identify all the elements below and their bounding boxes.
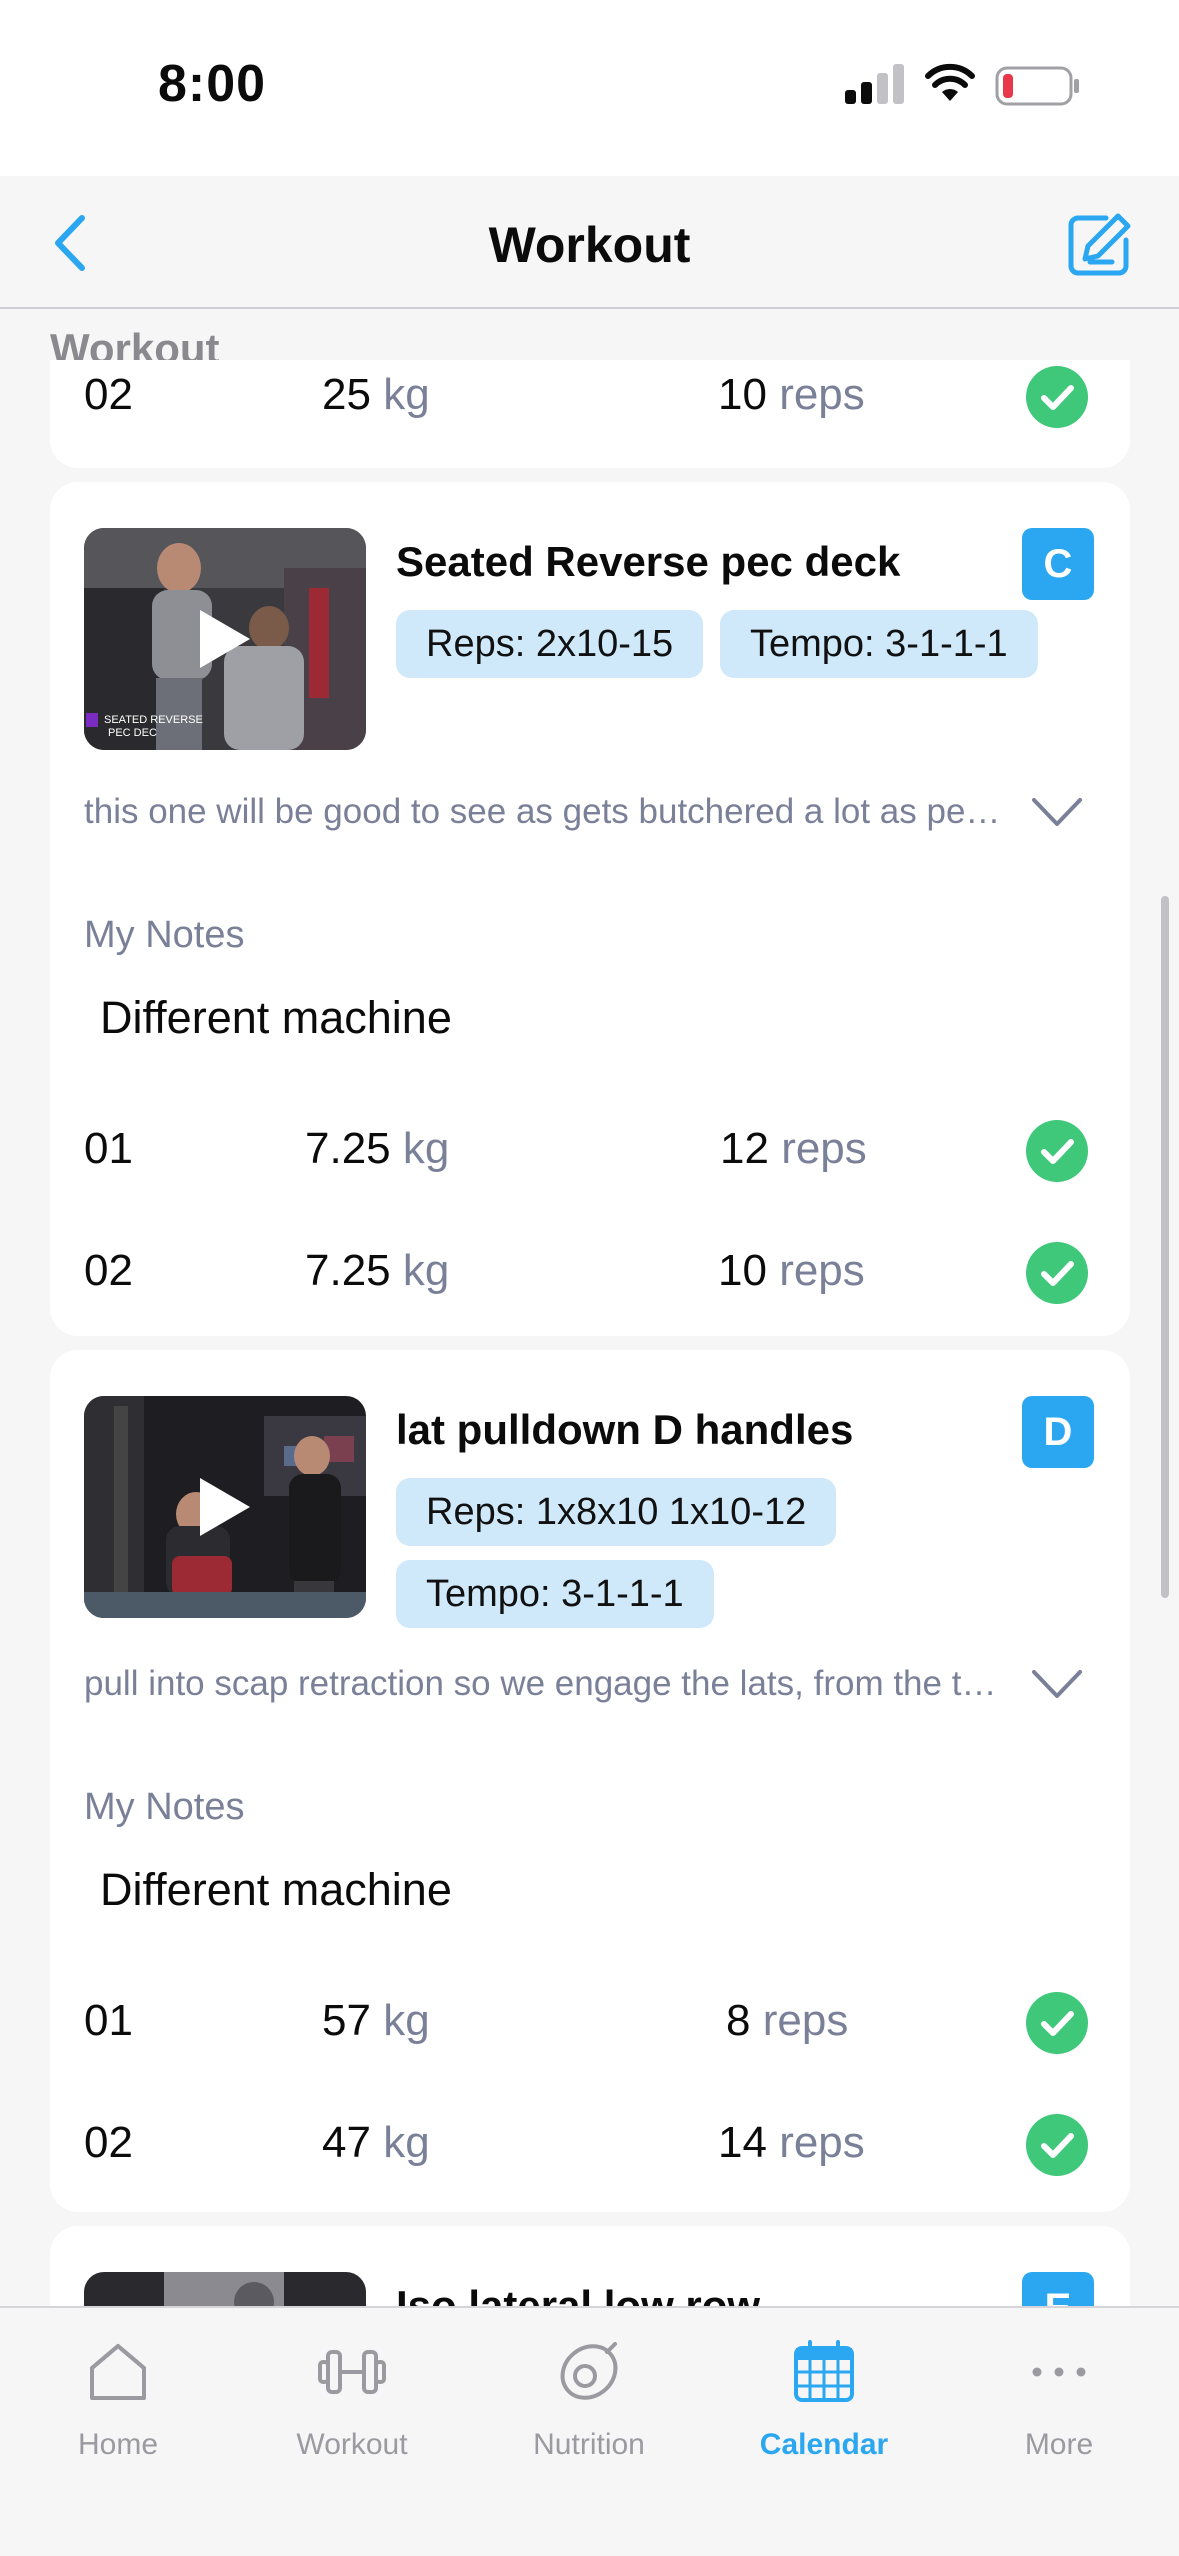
tempo-chip: Tempo: 3-1-1-1	[720, 610, 1038, 678]
exercise-title: lat pulldown D handles	[396, 1406, 854, 1453]
tab-more[interactable]: More	[959, 2334, 1159, 2474]
superset-badge: D	[1022, 1396, 1094, 1468]
play-icon	[200, 1478, 250, 1536]
set-row: 02 47 kg 14 reps	[50, 2100, 1130, 2190]
reps-chip: Reps: 2x10-15	[396, 610, 704, 678]
nav-header: Workout	[0, 176, 1179, 309]
notes-text[interactable]: Different machine	[100, 992, 452, 1044]
tab-calendar[interactable]: Calendar	[724, 2334, 924, 2474]
calendar-icon	[794, 2340, 854, 2402]
thumbnail-caption: SEATED REVERSE	[104, 714, 203, 726]
exercise-card: 02 25 kg 10 reps	[50, 360, 1130, 468]
set-number: 02	[84, 370, 133, 419]
check-icon[interactable]	[1026, 366, 1088, 428]
signal-icon	[845, 64, 904, 104]
check-icon[interactable]	[1026, 1120, 1088, 1182]
play-icon	[200, 610, 250, 668]
set-weight[interactable]: 25 kg	[322, 370, 430, 420]
check-icon[interactable]	[1026, 1992, 1088, 2054]
check-icon[interactable]	[1026, 2114, 1088, 2176]
battery-icon	[995, 66, 1079, 106]
tab-nutrition[interactable]: Nutrition	[489, 2334, 689, 2474]
tab-label: Home	[77, 2428, 159, 2461]
wifi-icon	[925, 63, 975, 101]
set-number: 02	[84, 2118, 133, 2167]
tab-label: Workout	[296, 2428, 408, 2461]
edit-icon[interactable]	[1066, 212, 1132, 278]
check-icon[interactable]	[1026, 1242, 1088, 1304]
tempo-chip: Tempo: 3-1-1-1	[396, 1560, 714, 1628]
set-row: 01 7.25 kg 12 reps	[50, 1106, 1130, 1196]
notes-text[interactable]: Different machine	[100, 1864, 452, 1916]
avocado-icon	[560, 2342, 618, 2400]
set-reps[interactable]: 10 reps	[718, 1246, 865, 1296]
set-row: 01 57 kg 8 reps	[50, 1978, 1130, 2068]
status-time: 8:00	[158, 55, 267, 113]
dumbbell-icon	[318, 2350, 386, 2394]
home-icon	[90, 2344, 146, 2400]
set-row: 02 25 kg 10 reps	[50, 360, 1130, 450]
more-icon	[1032, 2367, 1086, 2377]
reps-chip: Reps: 1x8x10 1x10-12	[396, 1478, 837, 1546]
tab-bar: Home Workout Nutrition Calendar More	[0, 2306, 1179, 2556]
exercise-card: SEATED REVERSE PEC DEC Seated Reverse pe…	[50, 482, 1130, 1336]
chevron-down-icon[interactable]	[1030, 1666, 1084, 1702]
tab-label: Nutrition	[533, 2428, 645, 2461]
set-weight[interactable]: 7.25 kg	[305, 1246, 449, 1296]
set-weight[interactable]: 57 kg	[322, 1996, 430, 2046]
chevron-down-icon[interactable]	[1030, 794, 1084, 830]
exercise-title: Seated Reverse pec deck	[396, 538, 901, 585]
set-number: 01	[84, 1124, 133, 1173]
set-reps[interactable]: 12 reps	[720, 1124, 867, 1174]
set-number: 01	[84, 1996, 133, 2045]
superset-badge: C	[1022, 528, 1094, 600]
exercise-video-thumbnail[interactable]	[84, 1396, 366, 1618]
tab-label: Calendar	[759, 2428, 889, 2461]
exercise-description: this one will be good to see as gets but…	[84, 792, 1004, 831]
exercise-card: lat pulldown D handles D Reps: 1x8x10 1x…	[50, 1350, 1130, 2212]
tab-workout[interactable]: Workout	[252, 2334, 452, 2474]
page-title: Workout	[488, 217, 691, 273]
set-weight[interactable]: 47 kg	[322, 2118, 430, 2168]
scrollbar[interactable]	[1161, 896, 1169, 1598]
tab-label: More	[1024, 2428, 1094, 2461]
set-reps[interactable]: 14 reps	[718, 2118, 865, 2168]
svg-text:PEC DEC: PEC DEC	[108, 727, 157, 739]
set-row: 02 7.25 kg 10 reps	[50, 1228, 1130, 1318]
set-reps[interactable]: 8 reps	[726, 1996, 848, 2046]
status-bar: 8:00	[0, 0, 1179, 176]
tab-home[interactable]: Home	[18, 2334, 218, 2474]
set-number: 02	[84, 1246, 133, 1295]
exercise-video-thumbnail[interactable]: SEATED REVERSE PEC DEC	[84, 528, 366, 750]
exercise-description: pull into scap retraction so we engage t…	[84, 1664, 1004, 1703]
notes-label: My Notes	[84, 1786, 245, 1828]
set-weight[interactable]: 7.25 kg	[305, 1124, 449, 1174]
set-reps[interactable]: 10 reps	[718, 370, 865, 420]
notes-label: My Notes	[84, 914, 245, 956]
